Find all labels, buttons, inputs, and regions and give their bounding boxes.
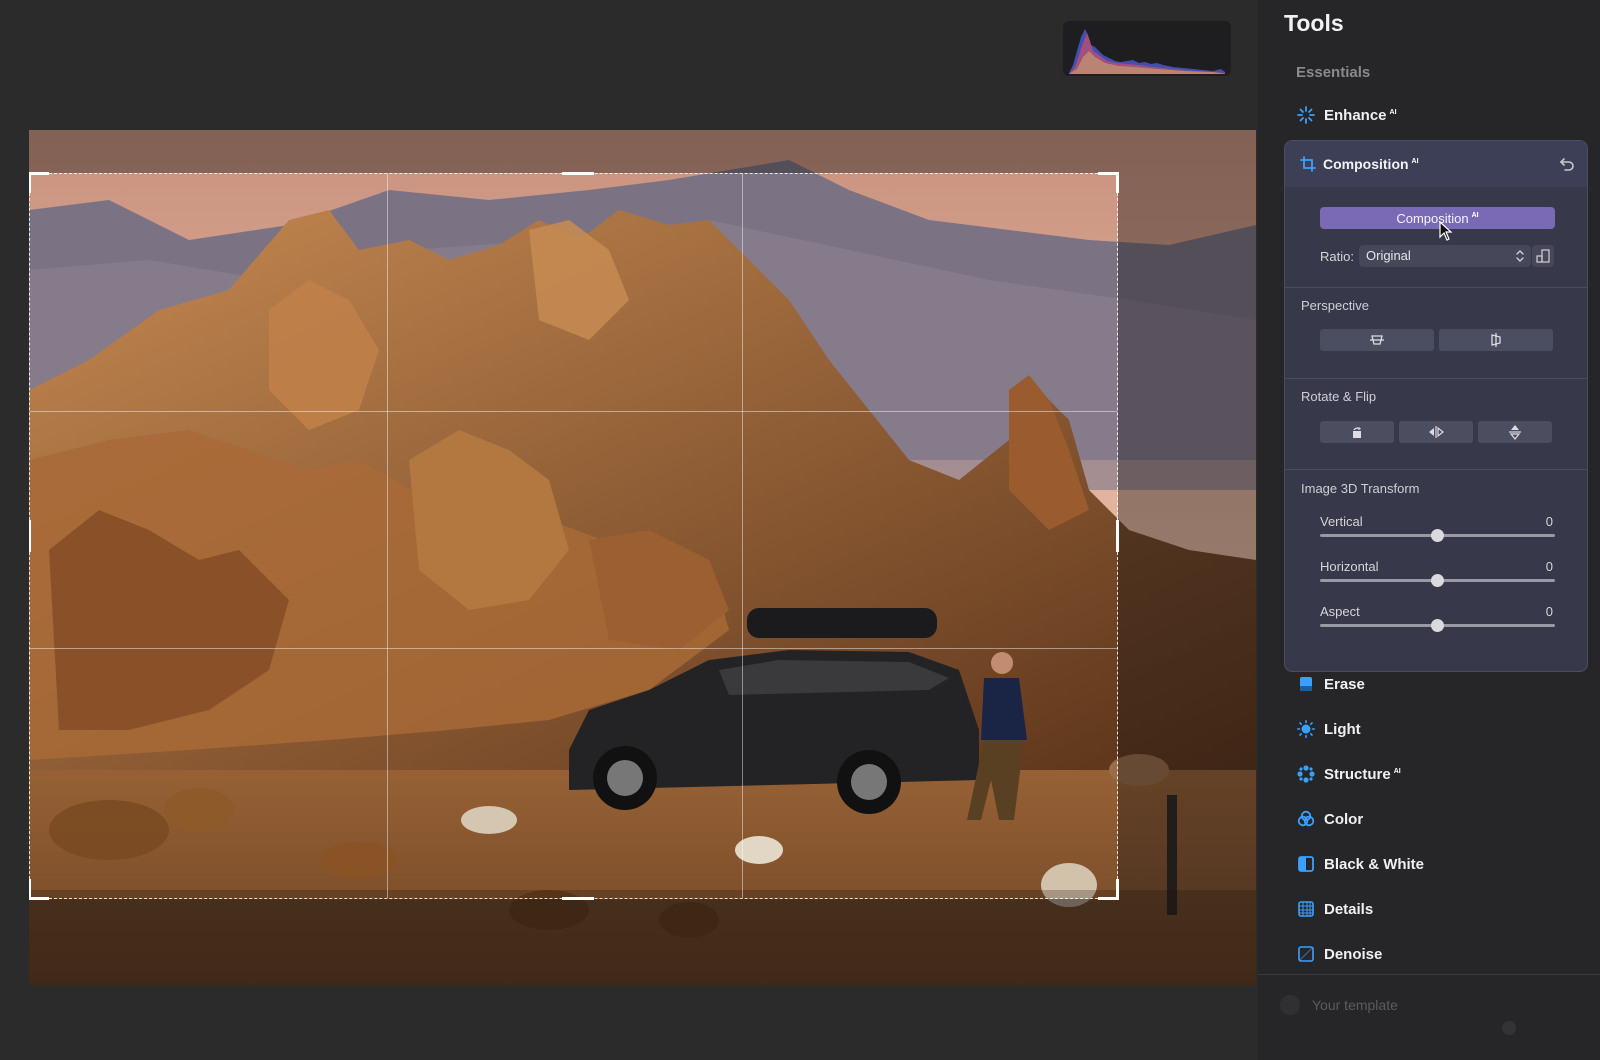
perspective-horizontal-button[interactable] [1320,329,1434,351]
divider [1258,974,1600,975]
crop-handle-top-left[interactable] [29,172,49,193]
sparkle-icon [1296,105,1316,125]
section-essentials: Essentials [1296,64,1371,81]
ai-badge: AI [1471,211,1479,219]
tool-black-white[interactable]: Black & White [1270,847,1588,881]
flip-horizontal-button[interactable] [1399,421,1473,443]
perspective-vertical-button[interactable] [1439,329,1553,351]
slider-thumb[interactable] [1431,574,1444,587]
ai-badge: AI [1393,767,1401,775]
button-label: Composition [1396,210,1469,226]
photo-canvas[interactable] [29,130,1256,985]
slider-vertical-value: 0 [1545,514,1553,529]
slider-horizontal-value: 0 [1545,559,1553,574]
composition-card: Composition AI Composition AI Ratio: Ori… [1284,140,1588,672]
perspective-vertical-icon [1491,333,1501,347]
divider [1285,287,1587,288]
panel-title: Tools [1284,10,1344,36]
flip-vertical-button[interactable] [1478,421,1552,443]
tools-panel: Tools Essentials Enhance AI Composition … [1258,0,1600,1060]
tool-composition[interactable]: Composition AI [1285,141,1587,187]
denoise-icon [1296,944,1316,964]
orientation-icon [1536,249,1550,263]
tool-enhance[interactable]: Enhance AI [1270,98,1588,132]
template-icon [1280,995,1300,1015]
eraser-icon [1296,674,1316,694]
histogram [1063,21,1231,76]
slider-horizontal[interactable] [1320,574,1555,587]
chevron-updown-icon [1516,250,1524,262]
crop-grid-line [30,648,1117,649]
section-perspective: Perspective [1301,298,1369,313]
divider [1285,378,1587,379]
slider-aspect-value: 0 [1545,604,1553,619]
scroll-indicator [1502,1021,1516,1035]
tool-light[interactable]: Light [1270,712,1588,746]
crop-handle-top-right[interactable] [1098,172,1119,193]
slider-horizontal-label: Horizontal [1320,559,1379,574]
tool-denoise[interactable]: Denoise [1270,937,1588,971]
tool-label: Composition [1323,156,1409,172]
slider-thumb[interactable] [1431,619,1444,632]
rotate-icon [1353,427,1361,438]
orientation-toggle-button[interactable] [1532,245,1554,267]
perspective-horizontal-icon [1370,335,1384,345]
tool-label: Details [1324,900,1374,918]
crop-frame[interactable] [29,172,1119,900]
tool-label: Color [1324,810,1364,828]
undo-icon[interactable] [1557,154,1577,174]
slider-aspect-label: Aspect [1320,604,1360,619]
flip-vertical-icon [1509,425,1521,440]
section-rotate-flip: Rotate & Flip [1301,389,1377,404]
crop-handle-bottom-right[interactable] [1098,879,1119,900]
ratio-value: Original [1366,248,1411,263]
ratio-select[interactable]: Original [1359,245,1531,267]
tool-label: Denoise [1324,945,1383,963]
slider-aspect[interactable] [1320,619,1555,632]
flip-horizontal-icon [1429,426,1444,438]
tool-label: Structure [1324,765,1391,783]
tool-label: Erase [1324,675,1365,693]
tool-details[interactable]: Details [1270,892,1588,926]
divider [1285,469,1587,470]
ratio-label: Ratio: [1320,249,1354,264]
template-row[interactable]: Your template [1280,990,1580,1020]
canvas-area[interactable] [0,0,1258,1060]
tool-label: Black & White [1324,855,1425,873]
section-3d-transform: Image 3D Transform [1301,481,1420,496]
tool-erase[interactable]: Erase [1270,667,1588,701]
details-grid-icon [1296,899,1316,919]
ai-badge: AI [1389,108,1397,116]
mouse-cursor-icon [1439,221,1453,241]
crop-handle-left[interactable] [29,520,31,552]
composition-ai-button[interactable]: Composition AI [1320,207,1555,229]
black-white-icon [1296,854,1316,874]
color-wheel-icon [1296,809,1316,829]
slider-vertical[interactable] [1320,529,1555,542]
tool-color[interactable]: Color [1270,802,1588,836]
crop-grid-line [30,411,1117,412]
tool-structure[interactable]: Structure AI [1270,757,1588,791]
crop-handle-bottom-left[interactable] [29,879,49,900]
rotate-button[interactable] [1320,421,1394,443]
tool-label: Light [1324,720,1361,738]
crop-icon [1299,155,1317,173]
ai-badge: AI [1411,157,1419,165]
crop-handle-top[interactable] [562,172,594,175]
structure-icon [1296,764,1316,784]
crop-handle-right[interactable] [1116,520,1119,552]
crop-grid-line [742,174,743,898]
template-label: Your template [1312,997,1398,1013]
sun-icon [1296,719,1316,739]
slider-vertical-label: Vertical [1320,514,1363,529]
slider-thumb[interactable] [1431,529,1444,542]
tool-label: Enhance [1324,106,1387,124]
crop-grid-line [387,174,388,898]
crop-handle-bottom[interactable] [562,897,594,900]
